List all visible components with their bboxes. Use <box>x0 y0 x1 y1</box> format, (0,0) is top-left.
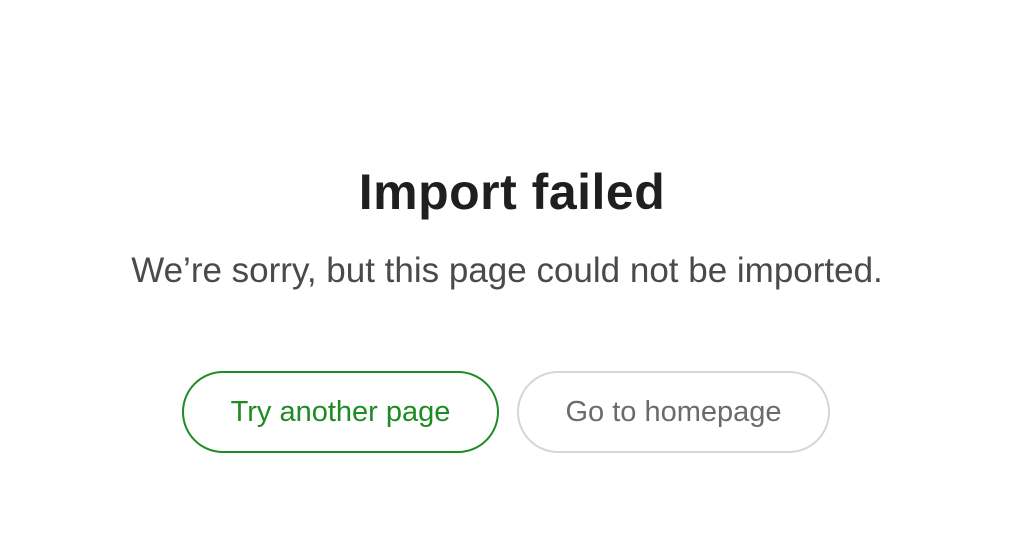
button-group: Try another page Go to homepage <box>182 371 832 455</box>
try-another-page-button[interactable]: Try another page <box>182 371 499 453</box>
page-title: Import failed <box>358 164 666 220</box>
go-to-homepage-button[interactable]: Go to homepage <box>517 371 830 453</box>
error-message: We’re sorry, but this page could not be … <box>131 251 883 290</box>
import-failed-page: Import failed We’re sorry, but this page… <box>0 0 1024 547</box>
